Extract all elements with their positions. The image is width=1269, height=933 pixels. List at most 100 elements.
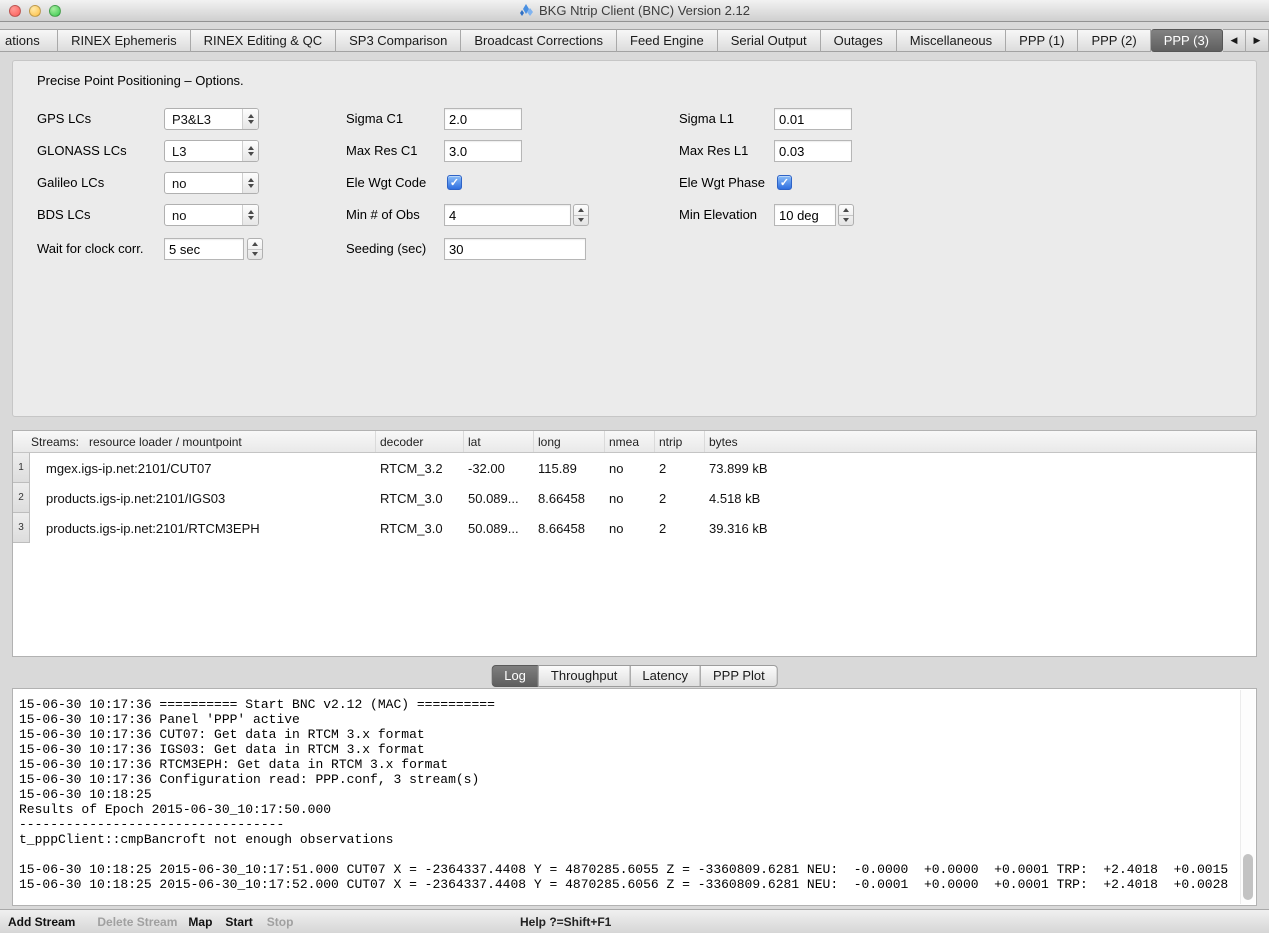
tab-feed-engine[interactable]: Feed Engine bbox=[617, 29, 718, 52]
step-down-icon[interactable] bbox=[839, 216, 853, 226]
wait-clock-label: Wait for clock corr. bbox=[37, 238, 143, 260]
gps-lcs-select[interactable]: P3&L3 bbox=[164, 108, 259, 130]
add-stream-button[interactable]: Add Stream bbox=[8, 915, 75, 929]
tab-throughput[interactable]: Throughput bbox=[538, 665, 631, 687]
step-down-icon[interactable] bbox=[248, 250, 262, 260]
tab-rinex-ephemeris[interactable]: RINEX Ephemeris bbox=[58, 29, 190, 52]
tab-scroll-left-button[interactable]: ◀ bbox=[1223, 29, 1246, 52]
glonass-lcs-value: L3 bbox=[172, 144, 186, 159]
tab-broadcast-corrections[interactable]: Broadcast Corrections bbox=[461, 29, 617, 52]
log-output[interactable]: 15-06-30 10:17:36 ========== Start BNC v… bbox=[12, 688, 1257, 906]
vertical-scrollbar[interactable] bbox=[1240, 690, 1255, 904]
table-row[interactable]: 2 products.igs-ip.net:2101/IGS03 RTCM_3.… bbox=[13, 483, 1256, 513]
cell-decoder: RTCM_3.0 bbox=[376, 513, 464, 543]
step-up-icon[interactable] bbox=[574, 205, 588, 216]
gps-lcs-value: P3&L3 bbox=[172, 112, 211, 127]
table-row[interactable]: 3 products.igs-ip.net:2101/RTCM3EPH RTCM… bbox=[13, 513, 1256, 543]
tab-outages[interactable]: Outages bbox=[821, 29, 897, 52]
min-obs-label: Min # of Obs bbox=[346, 204, 420, 226]
bds-lcs-select[interactable]: no bbox=[164, 204, 259, 226]
zoom-button[interactable] bbox=[49, 5, 61, 17]
sigma-l1-field[interactable] bbox=[774, 108, 852, 130]
step-up-icon[interactable] bbox=[839, 205, 853, 216]
cell-nmea: no bbox=[605, 483, 655, 513]
close-button[interactable] bbox=[9, 5, 21, 17]
cell-ntrip: 2 bbox=[655, 453, 705, 483]
checkmark-icon: ✓ bbox=[780, 176, 789, 189]
panel-title: Precise Point Positioning – Options. bbox=[37, 73, 244, 88]
cell-lat: 50.089... bbox=[464, 513, 534, 543]
col-header-decoder: decoder bbox=[376, 431, 464, 452]
row-number[interactable]: 1 bbox=[13, 453, 30, 483]
wait-clock-stepper[interactable] bbox=[247, 238, 263, 260]
galileo-lcs-value: no bbox=[172, 176, 186, 191]
ppp-options-panel: Precise Point Positioning – Options. GPS… bbox=[12, 60, 1257, 417]
tab-ppp-plot[interactable]: PPP Plot bbox=[700, 665, 778, 687]
window-controls bbox=[9, 5, 61, 17]
row-number[interactable]: 2 bbox=[13, 483, 30, 513]
tab-miscellaneous[interactable]: Miscellaneous bbox=[897, 29, 1006, 52]
cell-ntrip: 2 bbox=[655, 513, 705, 543]
cell-ntrip: 2 bbox=[655, 483, 705, 513]
glonass-lcs-label: GLONASS LCs bbox=[37, 140, 127, 162]
log-line: 15-06-30 10:17:36 Configuration read: PP… bbox=[19, 772, 1236, 787]
cell-mountpoint: products.igs-ip.net:2101/IGS03 bbox=[30, 483, 376, 513]
ele-wgt-code-label: Ele Wgt Code bbox=[346, 172, 426, 194]
min-obs-stepper[interactable] bbox=[573, 204, 589, 226]
max-res-l1-field[interactable] bbox=[774, 140, 852, 162]
tab-ppp-2[interactable]: PPP (2) bbox=[1078, 29, 1150, 52]
sigma-c1-field[interactable] bbox=[444, 108, 522, 130]
min-elevation-label: Min Elevation bbox=[679, 204, 757, 226]
wait-clock-field[interactable] bbox=[164, 238, 244, 260]
galileo-lcs-select[interactable]: no bbox=[164, 172, 259, 194]
scrollbar-thumb[interactable] bbox=[1243, 854, 1253, 900]
step-down-icon[interactable] bbox=[574, 216, 588, 226]
log-line: 15-06-30 10:18:25 bbox=[19, 787, 1236, 802]
cell-lat: 50.089... bbox=[464, 483, 534, 513]
table-row[interactable]: 1 mgex.igs-ip.net:2101/CUT07 RTCM_3.2 -3… bbox=[13, 453, 1256, 483]
col-header-ntrip: ntrip bbox=[655, 431, 705, 452]
row-number[interactable]: 3 bbox=[13, 513, 30, 543]
step-up-icon[interactable] bbox=[248, 239, 262, 250]
glonass-lcs-select[interactable]: L3 bbox=[164, 140, 259, 162]
min-obs-field[interactable] bbox=[444, 204, 571, 226]
cell-bytes: 39.316 kB bbox=[705, 513, 1256, 543]
log-line: t_pppClient::cmpBancroft not enough obse… bbox=[19, 832, 1236, 847]
log-line: 15-06-30 10:18:25 2015-06-30_10:17:52.00… bbox=[19, 877, 1236, 892]
cell-decoder: RTCM_3.2 bbox=[376, 453, 464, 483]
delete-stream-button: Delete Stream bbox=[97, 915, 177, 929]
cell-bytes: 73.899 kB bbox=[705, 453, 1256, 483]
tab-ppp-1[interactable]: PPP (1) bbox=[1006, 29, 1078, 52]
map-button[interactable]: Map bbox=[188, 915, 212, 929]
log-line: 15-06-30 10:17:36 IGS03: Get data in RTC… bbox=[19, 742, 1236, 757]
tab-latency[interactable]: Latency bbox=[629, 665, 701, 687]
seeding-label: Seeding (sec) bbox=[346, 238, 426, 260]
tab-log[interactable]: Log bbox=[491, 665, 539, 687]
max-res-c1-field[interactable] bbox=[444, 140, 522, 162]
tab-ations[interactable]: ations bbox=[0, 29, 58, 52]
bds-lcs-label: BDS LCs bbox=[37, 204, 90, 226]
title-bar: BKG Ntrip Client (BNC) Version 2.12 bbox=[0, 0, 1269, 22]
tab-rinex-editing-qc[interactable]: RINEX Editing & QC bbox=[191, 29, 337, 52]
cell-mountpoint: products.igs-ip.net:2101/RTCM3EPH bbox=[30, 513, 376, 543]
log-line: 15-06-30 10:17:36 CUT07: Get data in RTC… bbox=[19, 727, 1236, 742]
col-header-mountpoint: Streams: resource loader / mountpoint bbox=[13, 431, 376, 452]
seeding-field[interactable] bbox=[444, 238, 586, 260]
chevron-updown-icon bbox=[242, 141, 258, 161]
tab-serial-output[interactable]: Serial Output bbox=[718, 29, 821, 52]
gps-lcs-label: GPS LCs bbox=[37, 108, 91, 130]
minimize-button[interactable] bbox=[29, 5, 41, 17]
min-elevation-stepper[interactable] bbox=[838, 204, 854, 226]
min-elevation-field[interactable] bbox=[774, 204, 836, 226]
tab-ppp-3[interactable]: PPP (3) bbox=[1151, 29, 1223, 52]
sigma-l1-label: Sigma L1 bbox=[679, 108, 734, 130]
tab-scroll-right-button[interactable]: ▶ bbox=[1246, 29, 1269, 52]
start-button[interactable]: Start bbox=[225, 915, 252, 929]
log-line: ---------------------------------- bbox=[19, 817, 1236, 832]
galileo-lcs-label: Galileo LCs bbox=[37, 172, 104, 194]
col-header-long: long bbox=[534, 431, 605, 452]
window-title: BKG Ntrip Client (BNC) Version 2.12 bbox=[539, 3, 750, 18]
ele-wgt-phase-checkbox[interactable]: ✓ bbox=[777, 175, 792, 190]
tab-sp3-comparison[interactable]: SP3 Comparison bbox=[336, 29, 461, 52]
ele-wgt-code-checkbox[interactable]: ✓ bbox=[447, 175, 462, 190]
